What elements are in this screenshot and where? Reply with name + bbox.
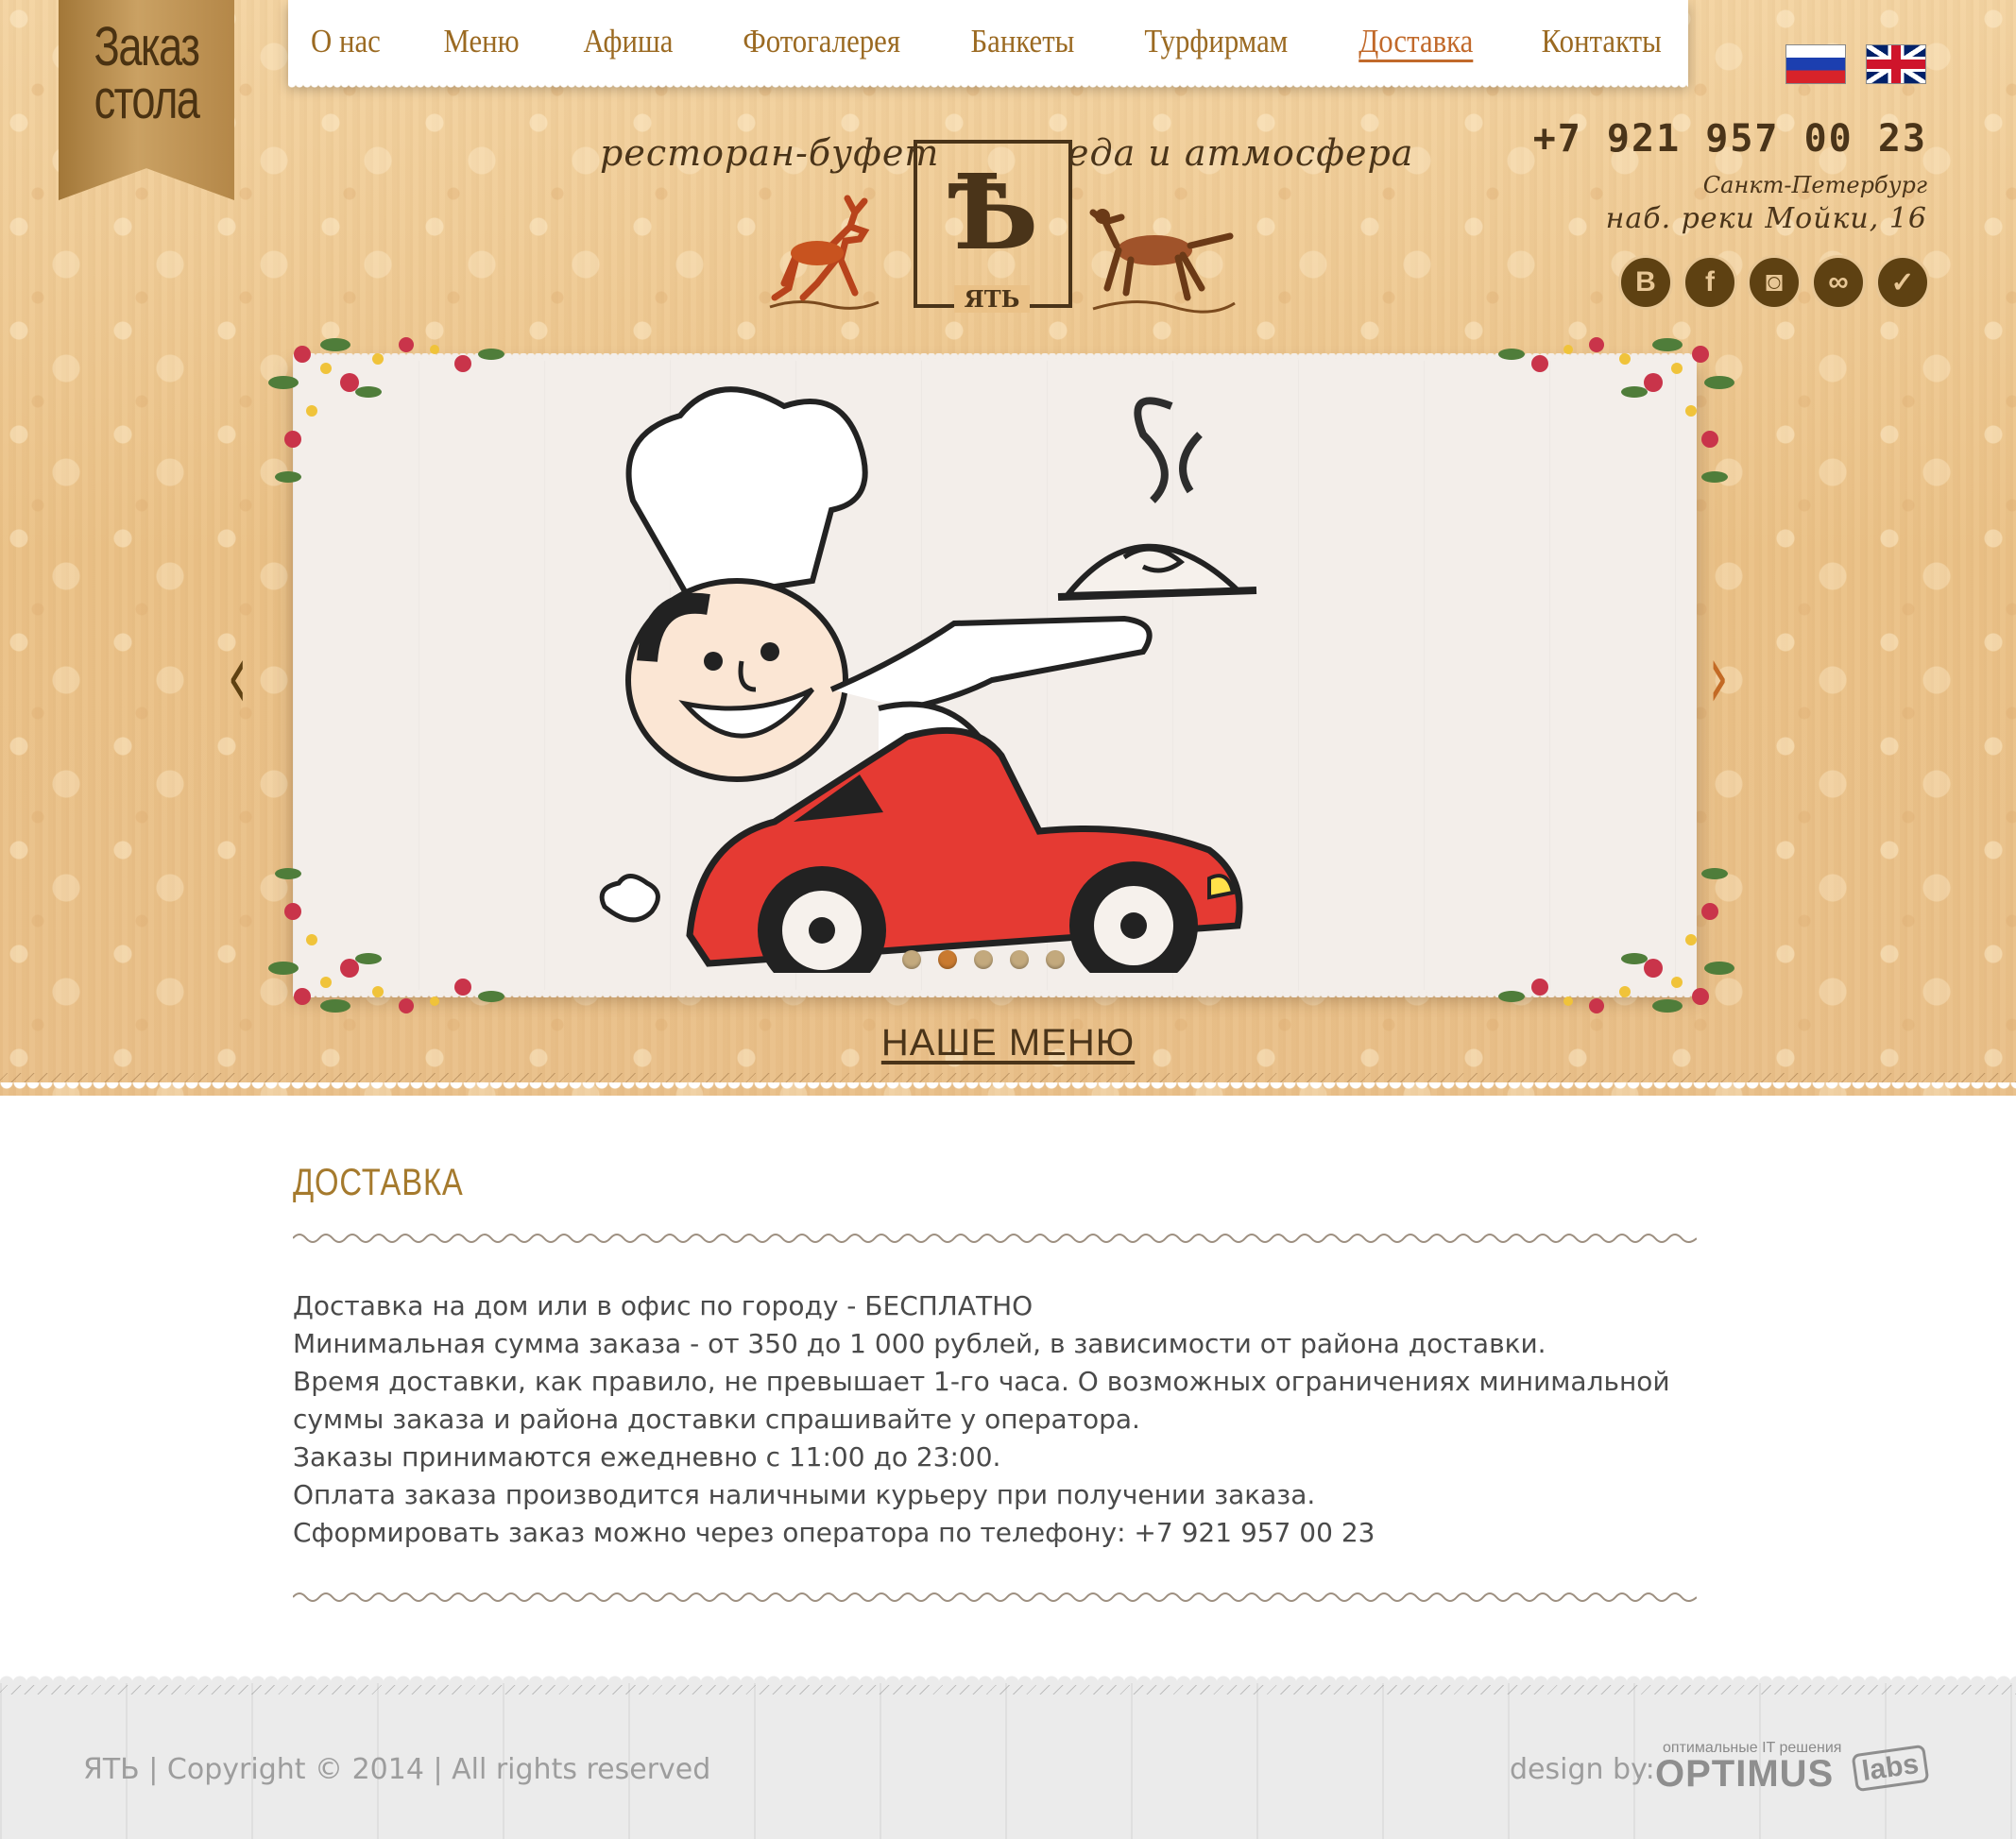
slider-dot[interactable] <box>1046 950 1065 969</box>
wavy-divider <box>292 1592 1698 1602</box>
nav-item-contacts[interactable]: Контакты <box>1518 23 1684 60</box>
slider-pagination <box>902 950 1065 969</box>
nav-item-events[interactable]: Афиша <box>560 23 696 60</box>
copyright-text: ЯТЬ | Copyright © 2014 | All rights rese… <box>83 1753 711 1786</box>
instagram-icon[interactable]: ◙ <box>1747 255 1802 310</box>
hound-icon <box>1089 209 1236 314</box>
tagline-food-atmosphere: еда и атмосфера <box>1068 132 1414 174</box>
nav-item-tour-agencies[interactable]: Турфирмам <box>1121 23 1311 60</box>
social-links: B f ◙ ∞ ✓ <box>1618 255 1930 310</box>
slider-dot[interactable] <box>902 950 921 969</box>
reserve-table-line1: Заказ <box>94 16 200 77</box>
logo-name: ЯТЬ <box>954 285 1030 313</box>
slider-dot[interactable] <box>974 950 993 969</box>
nav-item-gallery[interactable]: Фотогалерея <box>720 23 924 60</box>
city-label: Санкт-Петербург <box>1702 172 1927 198</box>
design-by-label: design by: <box>1510 1753 1655 1786</box>
nav-item-delivery[interactable]: Доставка <box>1335 23 1495 60</box>
reserve-table-line2: стола <box>94 69 200 130</box>
vk-icon[interactable]: B <box>1618 255 1673 310</box>
reserve-table-label[interactable]: Заказ стола <box>77 16 214 130</box>
delivery-text-line: Оплата заказа производится наличными кур… <box>293 1479 1316 1510</box>
labs-badge[interactable]: labs <box>1851 1744 1930 1793</box>
main-content: ДОСТАВКА Доставка на дом или в офис по г… <box>292 1162 1698 1609</box>
footer: ЯТЬ | Copyright © 2014 | All rights rese… <box>0 1670 2016 1839</box>
floral-corner-bottom-left <box>268 868 504 1013</box>
delivery-text-line: Заказы принимаются ежедневно с 11:00 до … <box>293 1441 1001 1473</box>
wavy-divider <box>292 1234 1698 1243</box>
tripadvisor-icon[interactable]: ∞ <box>1811 255 1866 310</box>
phone-number[interactable]: +7 921 957 00 23 <box>1533 117 1927 161</box>
delivery-text-line: Доставка на дом или в офис по городу - Б… <box>293 1290 1034 1321</box>
header-zigzag-border <box>0 1073 2016 1082</box>
delivery-text-line: суммы заказа и района доставки спрашивай… <box>293 1404 1140 1435</box>
nav-item-menu[interactable]: Меню <box>420 23 542 60</box>
optimus-logo[interactable]: OPTIMUS <box>1655 1753 1834 1796</box>
delivery-text-line: Минимальная сумма заказа - от 350 до 1 0… <box>293 1328 1546 1359</box>
delivery-text-line: Время доставки, как правило, не превышае… <box>293 1366 1670 1397</box>
slider-prev-arrow-icon[interactable]: ‹ <box>228 631 248 722</box>
russia-flag-icon[interactable] <box>1785 44 1846 84</box>
floral-corner-bottom-right <box>1498 868 1734 1013</box>
address-label: наб. реки Мойки, 16 <box>1605 202 1927 235</box>
uk-flag-icon[interactable] <box>1866 44 1926 84</box>
slider-dot-active[interactable] <box>938 950 957 969</box>
deer-icon <box>769 195 880 310</box>
tagline-restaurant: ресторан-буфет <box>600 132 940 174</box>
nav-item-banquets[interactable]: Банкеты <box>948 23 1098 60</box>
slider-next-arrow-icon[interactable]: › <box>1709 631 1729 722</box>
foursquare-icon[interactable]: ✓ <box>1875 255 1930 310</box>
our-menu-link[interactable]: НАШЕ МЕНЮ <box>0 1022 2016 1064</box>
logo-letter: Ѣ <box>947 151 1039 273</box>
floral-corner-top-right <box>1498 337 1734 483</box>
delivery-chef-car-illustration <box>599 386 1257 973</box>
nav-item-about[interactable]: О нас <box>288 23 404 60</box>
slider-dot[interactable] <box>1010 950 1029 969</box>
main-nav: О нас Меню Афиша Фотогалерея Банкеты Тур… <box>288 0 1688 91</box>
page-title: ДОСТАВКА <box>293 1162 464 1203</box>
facebook-icon[interactable]: f <box>1683 255 1737 310</box>
footer-zigzag-border <box>0 1685 2016 1694</box>
delivery-text-line: Сформировать заказ можно через оператора… <box>293 1517 1375 1548</box>
floral-corner-top-left <box>268 337 504 483</box>
